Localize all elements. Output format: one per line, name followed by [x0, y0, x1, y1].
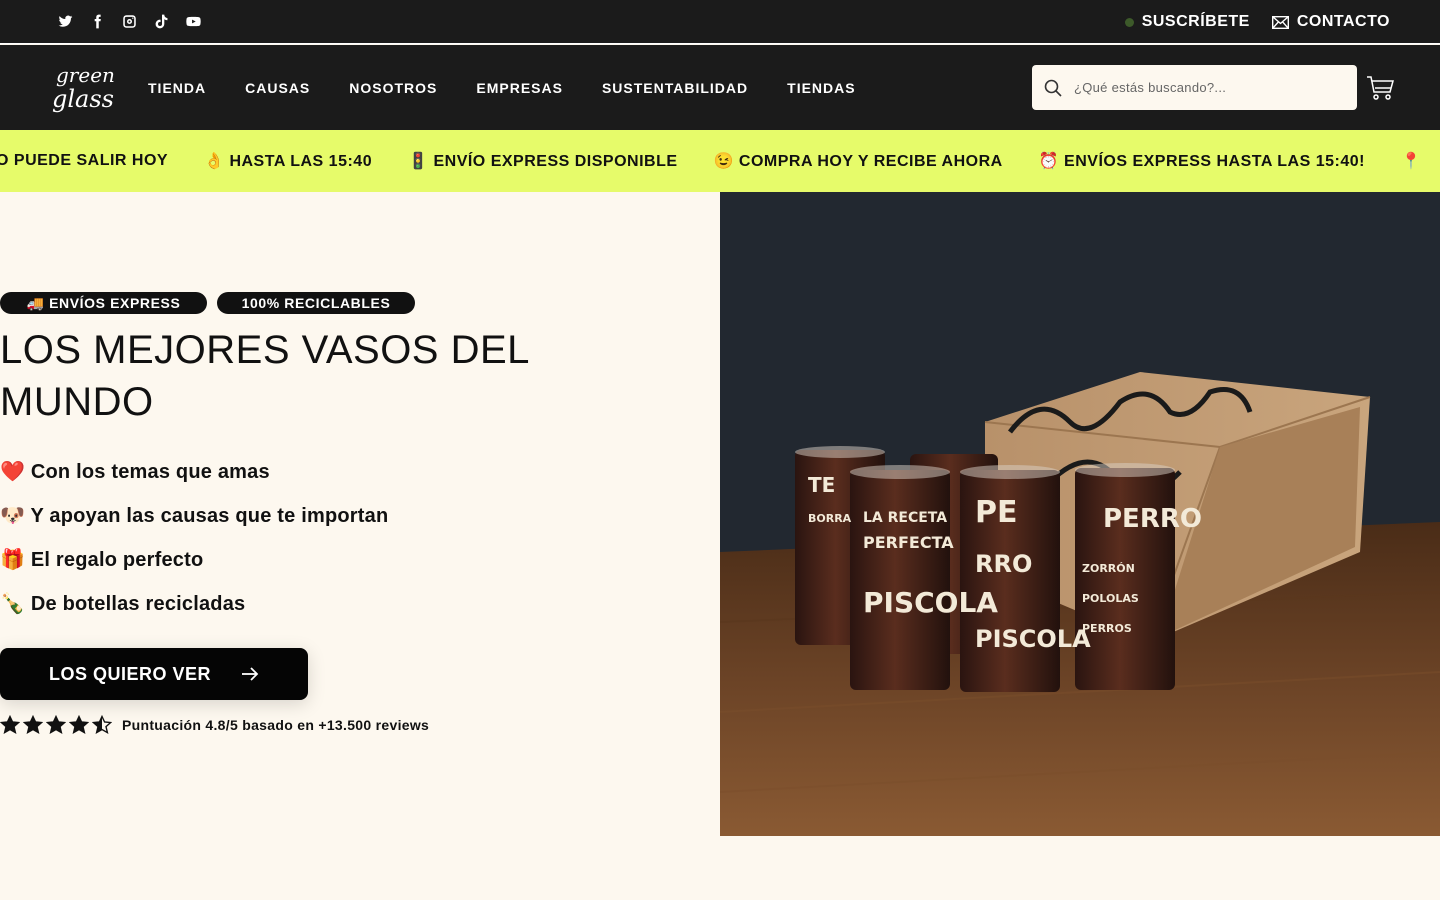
svg-text:PERFECTA: PERFECTA: [863, 533, 954, 552]
announcement-marquee: O PUEDE SALIR HOY 👌 HASTA LAS 15:40 🚦 EN…: [0, 130, 1440, 192]
marquee-item: 👌 HASTA LAS 15:40: [204, 153, 373, 170]
tiktok-icon[interactable]: [152, 12, 170, 30]
envelope-icon: [1271, 15, 1289, 29]
marquee-item: 📍: [1400, 153, 1422, 170]
status-dot-icon: [1124, 17, 1134, 27]
cta-label: LOS QUIERO VER: [48, 663, 212, 684]
marquee-item: 😉 COMPRA HOY Y RECIBE AHORA: [713, 153, 1003, 170]
svg-text:PE: PE: [975, 495, 1017, 530]
star-full-icon: [69, 715, 89, 735]
marquee-item: O PUEDE SALIR HOY: [0, 152, 169, 169]
instagram-icon[interactable]: [120, 12, 138, 30]
nav-empresas[interactable]: EMPRESAS: [476, 80, 563, 96]
star-full-icon: [23, 715, 43, 735]
nav-causas[interactable]: CAUSAS: [245, 80, 310, 96]
svg-text:LA RECETA: LA RECETA: [863, 510, 947, 526]
rating-summary: Puntuación 4.8/5 basado en +13.500 revie…: [0, 715, 429, 735]
logo-line-2: glass: [52, 85, 114, 113]
benefit-item: 🎁 El regalo perfecto: [0, 549, 204, 571]
search-input[interactable]: [1074, 80, 1344, 95]
benefits-list: ❤️ Con los temas que amas 🐶 Y apoyan las…: [0, 454, 388, 630]
top-actions: SUSCRÍBETE CONTACTO: [1124, 0, 1390, 44]
contact-label: CONTACTO: [1296, 13, 1390, 30]
arrow-right-icon: [242, 667, 259, 681]
star-full-icon: [0, 715, 20, 735]
search-box: [1032, 65, 1357, 110]
subscribe-label: SUSCRÍBETE: [1141, 13, 1250, 30]
cart-button[interactable]: [1366, 75, 1394, 101]
hero-product-image: LA RECETA PERFECTA PISCOLA PE RRO PISCOL…: [720, 192, 1440, 836]
marquee-track: O PUEDE SALIR HOY 👌 HASTA LAS 15:40 🚦 EN…: [0, 130, 1440, 192]
main-header: green glass TIENDA CAUSAS NOSOTROS EMPRE…: [0, 45, 1440, 130]
svg-text:ZORRÓN: ZORRÓN: [1082, 562, 1135, 575]
benefit-item: 🍾 De botellas recicladas: [0, 593, 246, 615]
benefit-item: ❤️ Con los temas que amas: [0, 461, 270, 483]
marquee-item: 🚦 ENVÍO EXPRESS DISPONIBLE: [408, 153, 678, 170]
svg-text:PERROS: PERROS: [1082, 622, 1132, 635]
svg-text:BORRA: BORRA: [808, 512, 852, 525]
star-half-icon: [92, 715, 112, 735]
search-icon[interactable]: [1044, 79, 1062, 97]
svg-text:TE: TE: [808, 473, 835, 497]
main-nav: TIENDA CAUSAS NOSOTROS EMPRESAS SUSTENTA…: [148, 45, 856, 130]
svg-text:PERRO: PERRO: [1103, 504, 1202, 534]
facebook-icon[interactable]: [88, 12, 106, 30]
badge-recyclable: 100% RECICLABLES: [217, 292, 415, 314]
svg-text:RRO: RRO: [975, 550, 1032, 578]
svg-text:PISCOLA: PISCOLA: [863, 586, 998, 619]
social-links: [56, 12, 202, 30]
youtube-icon[interactable]: [184, 12, 202, 30]
cart-icon: [1367, 76, 1394, 100]
marquee-item: ⏰ ENVÍOS EXPRESS HASTA LAS 15:40!: [1038, 153, 1365, 170]
logo-line-1: green: [56, 63, 115, 87]
hero-headline: LOS MEJORES VASOS DEL MUNDO: [0, 328, 529, 424]
contact-link[interactable]: CONTACTO: [1271, 13, 1390, 31]
hero-badges: 🚚 ENVÍOS EXPRESS 100% RECICLABLES: [0, 292, 415, 314]
benefit-item: 🐶 Y apoyan las causas que te importan: [0, 505, 389, 527]
top-utility-bar: SUSCRÍBETE CONTACTO: [0, 0, 1440, 44]
badge-express: 🚚 ENVÍOS EXPRESS: [0, 292, 207, 314]
star-full-icon: [46, 715, 66, 735]
brand-logo[interactable]: green glass: [52, 63, 118, 119]
subscribe-link[interactable]: SUSCRÍBETE: [1124, 13, 1250, 31]
hero-content: 🚚 ENVÍOS EXPRESS 100% RECICLABLES LOS ME…: [0, 192, 720, 836]
product-photo-illustration: LA RECETA PERFECTA PISCOLA PE RRO PISCOL…: [720, 192, 1440, 836]
svg-text:PISCOLA: PISCOLA: [975, 625, 1091, 653]
rating-text: Puntuación 4.8/5 basado en +13.500 revie…: [122, 717, 430, 733]
twitter-icon[interactable]: [56, 12, 74, 30]
shop-now-button[interactable]: LOS QUIERO VER: [0, 648, 308, 700]
nav-sustentabilidad[interactable]: SUSTENTABILIDAD: [602, 80, 748, 96]
star-rating: [0, 715, 112, 735]
nav-tienda[interactable]: TIENDA: [148, 80, 206, 96]
svg-text:POLOLAS: POLOLAS: [1082, 592, 1139, 605]
nav-tiendas[interactable]: TIENDAS: [787, 80, 855, 96]
nav-nosotros[interactable]: NOSOTROS: [349, 80, 437, 96]
